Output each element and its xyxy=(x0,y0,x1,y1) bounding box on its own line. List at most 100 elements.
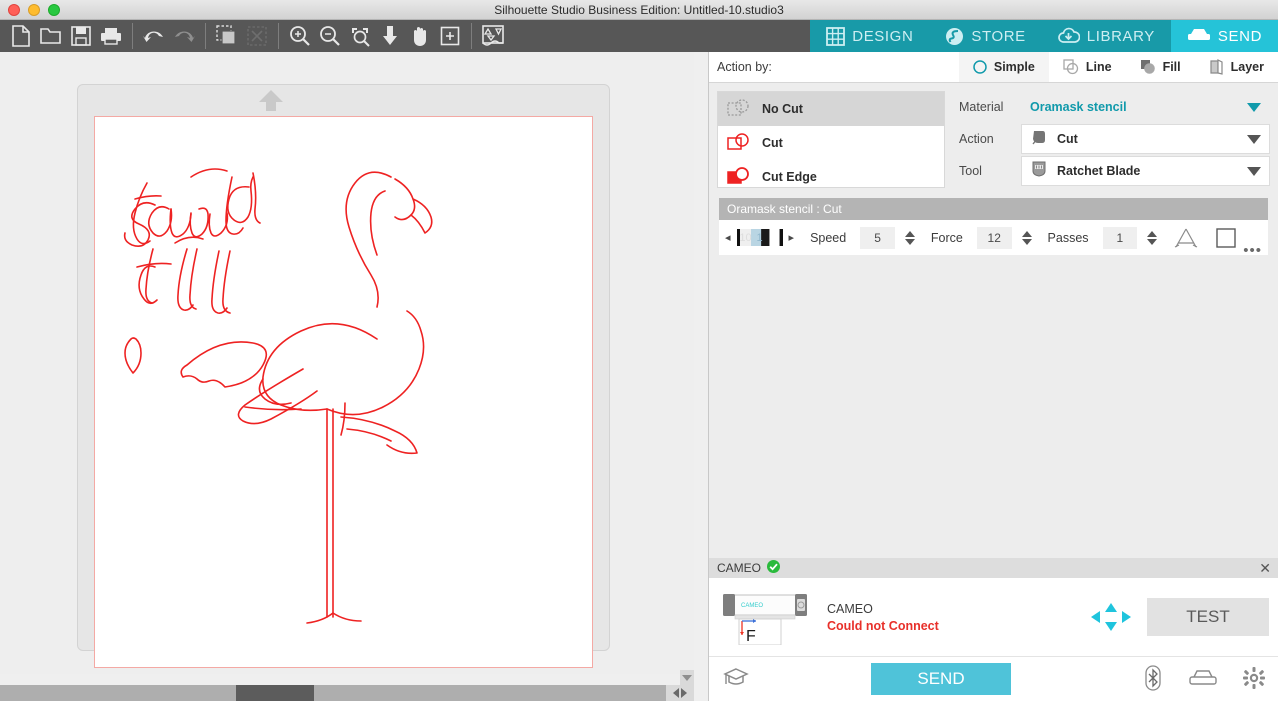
force-stepper[interactable] xyxy=(1021,230,1032,246)
cameo-machine-icon: CAMEO F xyxy=(719,589,811,646)
speed-label: Speed xyxy=(810,230,847,245)
cutter-icon xyxy=(1187,28,1211,44)
ratchet-blade-icon xyxy=(1030,160,1048,183)
horizontal-scroll-buttons[interactable] xyxy=(666,685,694,701)
nav-store-label: STORE xyxy=(971,27,1026,45)
passes-stepper[interactable] xyxy=(1147,230,1158,246)
chevron-down-icon[interactable] xyxy=(1247,102,1261,112)
print-document-icon[interactable] xyxy=(96,21,126,51)
tab-layer[interactable]: Layer xyxy=(1195,52,1278,82)
square-tool-icon[interactable] xyxy=(1215,227,1237,249)
zoom-selection-icon[interactable] xyxy=(345,21,375,51)
passes-decrement-icon[interactable] xyxy=(1147,238,1158,245)
send-button[interactable]: SEND xyxy=(871,663,1011,695)
chevron-down-icon-tool[interactable] xyxy=(1247,166,1261,176)
tab-simple[interactable]: Simple xyxy=(958,52,1049,82)
green-check-icon xyxy=(767,560,781,576)
blade-depth-tick-1: 10 xyxy=(739,231,752,244)
save-document-icon[interactable] xyxy=(66,21,96,51)
circle-icon xyxy=(973,59,987,74)
cloud-download-icon xyxy=(1057,27,1080,45)
cut-option-cut[interactable]: Cut xyxy=(718,126,944,160)
zoom-region-icon[interactable] xyxy=(435,21,465,51)
force-input[interactable]: 12 xyxy=(976,226,1012,249)
material-value: Oramask stencil xyxy=(1030,100,1127,114)
scroll-right-icon[interactable] xyxy=(681,688,687,698)
open-document-icon[interactable] xyxy=(36,21,66,51)
force-increment-icon[interactable] xyxy=(1021,230,1032,237)
chevron-down-icon-action[interactable] xyxy=(1247,134,1261,144)
settings-gear-icon[interactable] xyxy=(1243,667,1265,694)
tool-value: Ratchet Blade xyxy=(1057,164,1141,178)
design-page[interactable] xyxy=(94,116,593,668)
speed-stepper[interactable] xyxy=(904,230,915,246)
edit-tools-group xyxy=(206,20,278,52)
send-footer: SEND xyxy=(709,656,1278,701)
passes-label: Passes xyxy=(1047,230,1089,245)
action-value: Cut xyxy=(1057,132,1078,146)
force-label: Force xyxy=(930,230,963,245)
canvas-workspace[interactable] xyxy=(0,52,694,674)
new-document-icon[interactable] xyxy=(6,21,36,51)
action-row: Action Cut xyxy=(959,123,1270,155)
action-select[interactable]: Cut xyxy=(1021,124,1270,154)
cut-option-cut-edge-label: Cut Edge xyxy=(762,170,817,184)
blade-depth-decrease-icon[interactable]: ◂ xyxy=(725,231,731,244)
nav-design[interactable]: DESIGN xyxy=(810,20,930,52)
dpad-arrows-icon[interactable] xyxy=(1089,602,1133,632)
line-layers-icon xyxy=(1063,58,1079,75)
tab-line[interactable]: Line xyxy=(1049,52,1126,82)
speed-decrement-icon[interactable] xyxy=(904,238,915,245)
blade-depth-tick-3: 2 xyxy=(770,231,777,244)
close-device-panel-icon[interactable]: ✕ xyxy=(1259,561,1271,575)
speed-increment-icon[interactable] xyxy=(904,230,915,237)
nav-design-label: DESIGN xyxy=(852,27,914,45)
tool-select[interactable]: Ratchet Blade xyxy=(1021,156,1270,186)
fill-icon xyxy=(1140,59,1156,75)
cut-preset-header-label: Oramask stencil : Cut xyxy=(727,202,842,216)
material-select[interactable]: Oramask stencil xyxy=(1021,92,1270,122)
nav-send[interactable]: SEND xyxy=(1170,20,1278,52)
nav-library[interactable]: LIBRARY xyxy=(1041,20,1171,52)
scroll-left-icon[interactable] xyxy=(673,688,679,698)
zoom-out-icon[interactable] xyxy=(315,21,345,51)
fit-to-window-icon[interactable] xyxy=(375,21,405,51)
nav-store[interactable]: STORE xyxy=(929,20,1042,52)
artwork-canvas xyxy=(123,168,433,624)
bluetooth-icon[interactable] xyxy=(1143,665,1163,696)
force-decrement-icon[interactable] xyxy=(1021,238,1032,245)
pan-tool-icon[interactable] xyxy=(405,21,435,51)
tab-fill[interactable]: Fill xyxy=(1126,52,1195,82)
overcut-icon[interactable] xyxy=(1173,226,1199,250)
application-window: Silhouette Studio Business Edition: Unti… xyxy=(0,0,1278,701)
cut-option-no-cut[interactable]: No Cut xyxy=(718,92,944,126)
cut-option-cut-edge[interactable]: Cut Edge xyxy=(718,160,944,194)
blade-depth-indicator[interactable]: 10 1 2 xyxy=(736,229,783,246)
passes-increment-icon[interactable] xyxy=(1147,230,1158,237)
cut-option-no-cut-label: No Cut xyxy=(762,102,803,116)
redo-icon[interactable] xyxy=(169,21,199,51)
tool-row: Tool Ratchet Blade xyxy=(959,155,1270,187)
blade-depth-increase-icon[interactable]: ▸ xyxy=(789,231,795,244)
graduation-cap-icon[interactable] xyxy=(723,666,749,693)
copy-selection-icon[interactable] xyxy=(212,21,242,51)
cut-edge-icon xyxy=(727,166,753,189)
passes-input[interactable]: 1 xyxy=(1102,226,1138,249)
zoom-in-icon[interactable] xyxy=(285,21,315,51)
store-icon xyxy=(945,27,964,46)
history-tools-group xyxy=(133,20,205,52)
horizontal-scrollbar-thumb[interactable] xyxy=(236,685,314,701)
horizontal-scrollbar[interactable] xyxy=(0,685,694,701)
cut-parameters-bar: ◂ 10 1 2 ▸ Speed 5 Force 12 Passes 1 ••• xyxy=(719,220,1268,259)
panel-collapse-icon[interactable] xyxy=(680,670,694,685)
speed-input[interactable]: 5 xyxy=(860,226,895,249)
collapse-triangle-icon xyxy=(682,674,692,681)
cutter-machine-icon[interactable] xyxy=(1189,668,1217,693)
action-by-row: Action by: Simple Line Fill Layer xyxy=(709,52,1278,83)
delete-selection-icon[interactable] xyxy=(242,21,272,51)
test-button[interactable]: TEST xyxy=(1147,598,1269,636)
device-connection-status: Could not Connect xyxy=(827,618,939,633)
preview-panel-icon[interactable] xyxy=(478,21,508,51)
undo-icon[interactable] xyxy=(139,21,169,51)
more-options-icon[interactable]: ••• xyxy=(1243,242,1262,259)
